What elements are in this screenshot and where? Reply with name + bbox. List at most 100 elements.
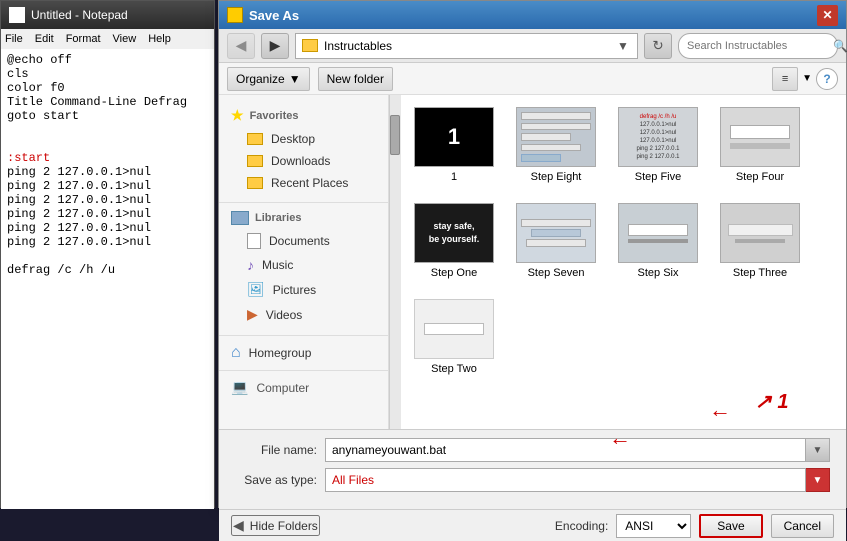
nav-homegroup[interactable]: ⌂ Homegroup (219, 340, 388, 366)
dialog-titlebar-left: Save As (227, 7, 299, 23)
filename-label: File name: (235, 443, 325, 457)
menu-format[interactable]: Format (66, 33, 101, 45)
nav-desktop[interactable]: Desktop (219, 128, 388, 150)
back-button[interactable]: ◀ (227, 33, 255, 59)
desktop-label: Desktop (271, 132, 315, 146)
code-line-16: defrag /c /h /u (7, 263, 208, 277)
address-folder-icon (302, 39, 318, 52)
file-thumb-step-three (720, 203, 800, 263)
file-item-step-one[interactable]: stay safe,be yourself. Step One (409, 199, 499, 283)
nav-divider-2 (219, 335, 388, 336)
nav-scrollbar[interactable] (389, 95, 401, 429)
refresh-button[interactable]: ↻ (644, 33, 672, 59)
dialog-title-icon (227, 7, 243, 23)
nav-computer[interactable]: 💻 Computer (219, 375, 388, 400)
code-line-1: @echo off (7, 53, 208, 67)
nav-videos[interactable]: ▶ Videos (219, 302, 388, 327)
savetype-select[interactable]: All Files (325, 468, 806, 492)
notepad-icon (9, 7, 25, 23)
encoding-label: Encoding: (555, 519, 608, 533)
code-line-15 (7, 249, 208, 263)
documents-icon (247, 233, 261, 249)
cancel-label: Cancel (784, 519, 821, 533)
menu-edit[interactable]: Edit (35, 33, 54, 45)
computer-label: Computer (256, 381, 309, 395)
filename-dropdown[interactable]: ▼ (806, 438, 830, 462)
file-item-step-eight[interactable]: Step Eight (511, 103, 601, 187)
favorites-header[interactable]: ★ Favorites (219, 103, 388, 128)
code-line-6 (7, 123, 208, 137)
dialog-close-button[interactable]: ✕ (817, 5, 838, 26)
libraries-header[interactable]: Libraries (219, 207, 388, 229)
nav-documents[interactable]: Documents (219, 229, 388, 253)
new-folder-button[interactable]: New folder (318, 67, 393, 91)
libraries-label: Libraries (255, 212, 301, 224)
file-thumb-step-one: stay safe,be yourself. (414, 203, 494, 263)
file-item-1[interactable]: 1 1 (409, 103, 499, 187)
file-thumb-step-two (414, 299, 494, 359)
code-line-13: ping 2 127.0.0.1>nul (7, 221, 208, 235)
file-item-step-four[interactable]: Step Four (715, 103, 805, 187)
hide-folders-button[interactable]: ◀ Hide Folders (231, 515, 320, 536)
view-button[interactable]: ≡ (772, 67, 798, 91)
menu-view[interactable]: View (113, 33, 137, 45)
organize-dropdown-icon: ▼ (289, 72, 301, 86)
encoding-select[interactable]: ANSI UTF-8 Unicode (616, 514, 691, 538)
homegroup-label: Homegroup (249, 346, 312, 360)
file-item-step-two[interactable]: Step Two (409, 295, 499, 379)
favorites-section: ★ Favorites Desktop Downloads Recent Pla… (219, 103, 388, 194)
help-button[interactable]: ? (816, 68, 838, 90)
nav-downloads[interactable]: Downloads (219, 150, 388, 172)
dialog-title: Save As (249, 8, 299, 23)
view-dropdown[interactable]: ▼ (802, 73, 812, 84)
hide-folders-label: Hide Folders (250, 519, 318, 533)
file-thumb-step-eight (516, 107, 596, 167)
code-line-5: goto start (7, 109, 208, 123)
cancel-button[interactable]: Cancel (771, 514, 834, 538)
save-button[interactable]: Save (699, 514, 762, 538)
hide-folders-arrow: ◀ (233, 517, 244, 534)
search-input[interactable] (687, 40, 829, 52)
search-bar[interactable]: 🔍 (678, 33, 838, 59)
code-line-9: ping 2 127.0.0.1>nul (7, 165, 208, 179)
notepad-content[interactable]: @echo off cls color f0 Title Command-Lin… (1, 49, 214, 509)
address-bar[interactable]: Instructables ▼ (295, 33, 638, 59)
stay-text: stay safe,be yourself. (429, 220, 480, 245)
desktop-folder-icon (247, 133, 263, 145)
savetype-row: Save as type: All Files ▼ (235, 468, 830, 492)
file-item-step-five[interactable]: defrag /c /h /u 127.0.0.1>nul 127.0.0.1>… (613, 103, 703, 187)
pictures-icon: 🖼 (247, 281, 265, 298)
music-label: Music (262, 258, 293, 272)
libraries-section: Libraries Documents ♪ Music 🖼 Pictures ▶… (219, 207, 388, 327)
file-item-step-six[interactable]: Step Six (613, 199, 703, 283)
code-line-2: cls (7, 67, 208, 81)
address-dropdown-arrow[interactable]: ▼ (615, 34, 631, 58)
homegroup-icon: ⌂ (231, 344, 241, 362)
code-line-10: ping 2 127.0.0.1>nul (7, 179, 208, 193)
menu-file[interactable]: File (5, 33, 23, 45)
nav-recent[interactable]: Recent Places (219, 172, 388, 194)
organize-button[interactable]: Organize ▼ (227, 67, 310, 91)
dialog-main: ★ Favorites Desktop Downloads Recent Pla… (219, 95, 846, 429)
file-label-step-seven: Step Seven (528, 267, 585, 279)
menu-help[interactable]: Help (148, 33, 171, 45)
recent-label: Recent Places (271, 176, 348, 190)
file-item-step-seven[interactable]: Step Seven (511, 199, 601, 283)
scrollbar-thumb[interactable] (390, 115, 400, 155)
code-line-14: ping 2 127.0.0.1>nul (7, 235, 208, 249)
nav-music[interactable]: ♪ Music (219, 253, 388, 277)
file-grid: 1 1 Step Eight (401, 95, 846, 429)
filename-row: File name: ▼ (235, 438, 830, 462)
code-line-11: ping 2 127.0.0.1>nul (7, 193, 208, 207)
file-item-step-three[interactable]: Step Three (715, 199, 805, 283)
favorites-star-icon: ★ (231, 107, 244, 124)
code-line-4: Title Command-Line Defrag (7, 95, 208, 109)
filename-input[interactable] (325, 438, 806, 462)
music-icon: ♪ (247, 257, 254, 273)
forward-button[interactable]: ▶ (261, 33, 289, 59)
file-label-1: 1 (451, 171, 457, 183)
nav-pictures[interactable]: 🖼 Pictures (219, 277, 388, 302)
savetype-dropdown[interactable]: ▼ (806, 468, 830, 492)
dialog-bottom: File name: ▼ Save as type: All Files ▼ (219, 429, 846, 509)
notepad-menubar: File Edit Format View Help (1, 29, 214, 49)
